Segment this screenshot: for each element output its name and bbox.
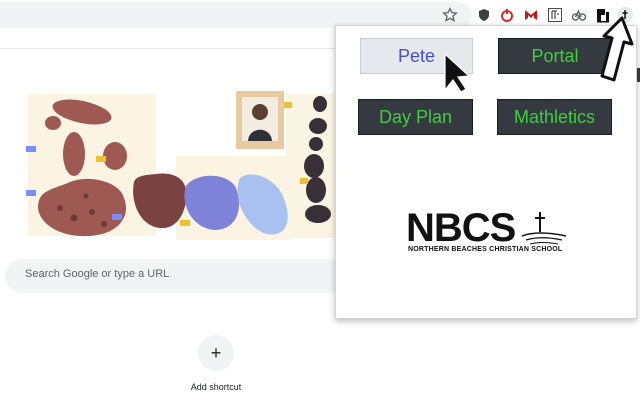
ntp-divider: [0, 48, 338, 49]
day-plan-button[interactable]: Day Plan: [358, 99, 473, 135]
lastpass-extension-icon[interactable]: [498, 6, 516, 24]
browser-window: Search Google or type a URL + Add shortc…: [0, 0, 640, 400]
plus-icon: +: [210, 342, 222, 363]
mathletics-button[interactable]: Mathletics: [497, 99, 612, 135]
mouse-cursor-icon: [444, 52, 471, 93]
search-placeholder: Search Google or type a URL: [25, 268, 170, 280]
google-doodle-image[interactable]: [0, 86, 340, 256]
link-extension-icon[interactable]: [570, 6, 588, 24]
shield-extension-icon[interactable]: [475, 6, 493, 24]
mcafee-extension-icon[interactable]: [522, 6, 540, 24]
logo-subtitle: NORTHERN BEACHES CHRISTIAN SCHOOL: [408, 246, 563, 253]
mathletics-extension-icon[interactable]: [546, 6, 564, 24]
logo-title: NBCS: [406, 206, 516, 250]
nbcs-logo: NBCS NORTHERN BEACHES CHRISTIAN SCHOOL: [406, 206, 571, 258]
add-shortcut-button[interactable]: +: [198, 335, 234, 371]
search-box[interactable]: Search Google or type a URL: [5, 259, 345, 293]
arrow-pointer-icon: [600, 16, 634, 82]
add-shortcut-label[interactable]: Add shortcut: [176, 382, 256, 392]
cross-waves-icon: [521, 212, 567, 245]
bookmark-star-icon[interactable]: [441, 6, 459, 24]
